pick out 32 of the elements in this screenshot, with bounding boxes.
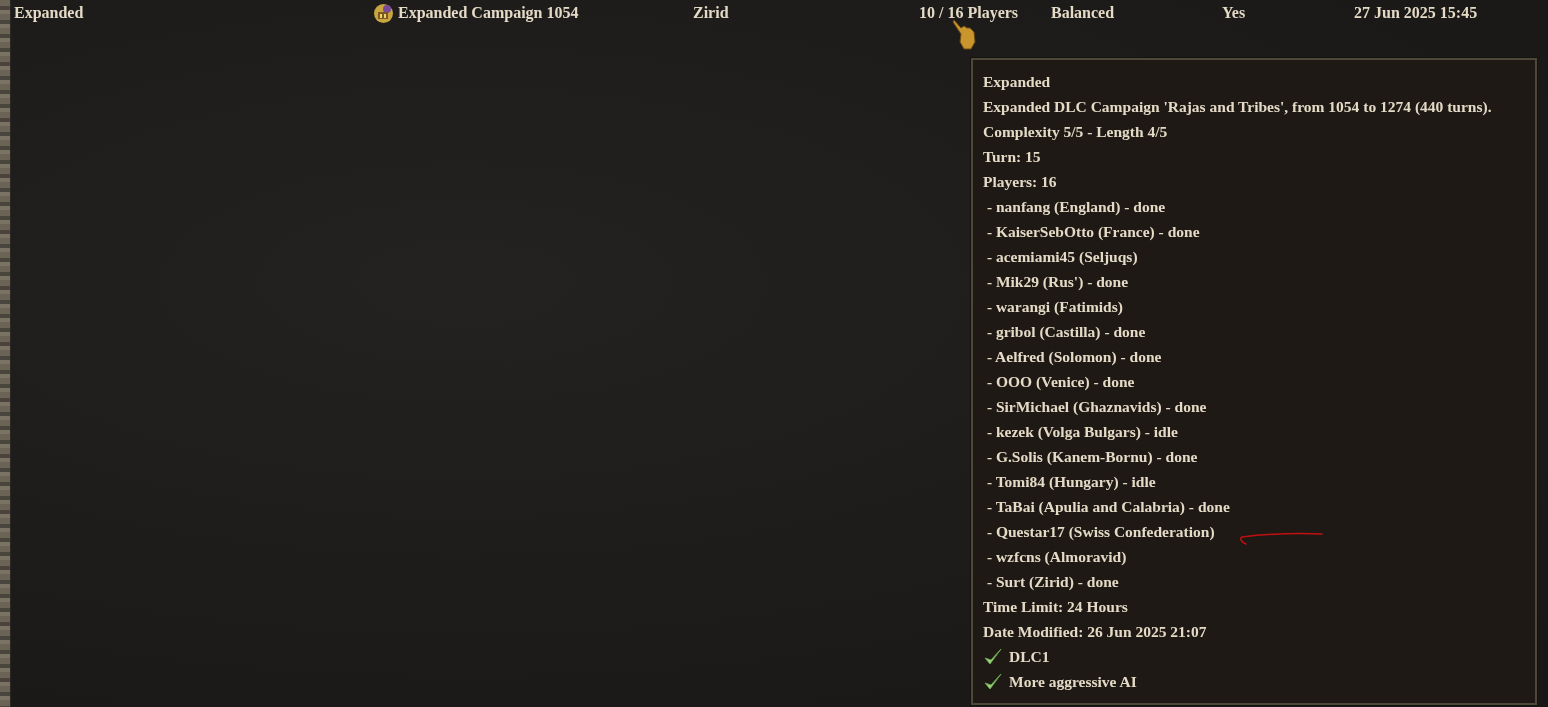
player-entry: - SirMichael (Ghaznavids) - done bbox=[985, 397, 1207, 417]
player-entry: - warangi (Fatimids) bbox=[985, 297, 1123, 317]
table-cell: Expanded Campaign 1054 bbox=[398, 4, 579, 22]
player-entry: - G.Solis (Kanem-Bornu) - done bbox=[985, 447, 1198, 467]
date-modified-text: Date Modified: 26 Jun 2025 21:07 bbox=[983, 622, 1207, 642]
player-entry: - acemiami45 (Seljuqs) bbox=[985, 247, 1138, 267]
player-entry: - nanfang (England) - done bbox=[985, 197, 1166, 217]
table-cell: Yes bbox=[1222, 4, 1246, 22]
time-limit-text: Time Limit: 24 Hours bbox=[983, 597, 1128, 617]
option-label: More aggressive AI bbox=[1009, 672, 1137, 692]
player-entry: - TaBai (Apulia and Calabria) - done bbox=[985, 497, 1230, 517]
player-entry: - wzfcns (Almoravid) bbox=[985, 547, 1127, 567]
player-entry: - Aelfred (Solomon) - done bbox=[985, 347, 1162, 367]
player-entry: - Tomi84 (Hungary) - idle bbox=[985, 472, 1156, 492]
table-cell: Zirid bbox=[693, 4, 729, 22]
player-entry: - KaiserSebOtto (France) - done bbox=[985, 222, 1200, 242]
player-entry: - Questar17 (Swiss Confederation) bbox=[985, 522, 1215, 542]
player-entry: - kezek (Volga Bulgars) - idle bbox=[985, 422, 1178, 442]
table-cell: 27 Jun 2025 15:45 bbox=[1354, 4, 1478, 22]
table-cell: Balanced bbox=[1051, 4, 1115, 22]
player-entry: - Surt (Zirid) - done bbox=[985, 572, 1119, 592]
table-cell: Expanded bbox=[14, 4, 84, 22]
player-entry: - Mik29 (Rus') - done bbox=[985, 272, 1129, 292]
complexity-text: Complexity 5/5 - Length 4/5 bbox=[983, 122, 1168, 142]
option-label: DLC1 bbox=[1009, 647, 1050, 667]
player-entry: - gribol (Castilla) - done bbox=[985, 322, 1146, 342]
tooltip-title: Expanded bbox=[983, 72, 1051, 92]
players-label: Players: 16 bbox=[983, 172, 1057, 192]
turn-text: Turn: 15 bbox=[983, 147, 1041, 167]
player-entry: - OOO (Venice) - done bbox=[985, 372, 1135, 392]
campaign-description: Expanded DLC Campaign 'Rajas and Tribes', from 1054 to 1274 (440 turns). bbox=[983, 97, 1492, 117]
table-cell: 10 / 16 Players bbox=[919, 4, 1019, 22]
